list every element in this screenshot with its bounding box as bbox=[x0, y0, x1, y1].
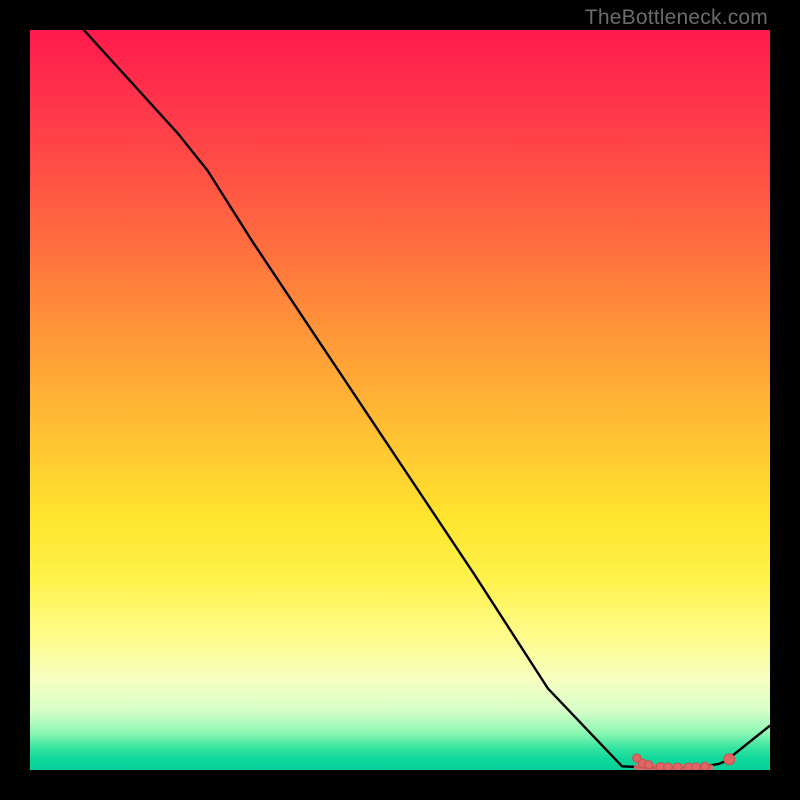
data-point bbox=[724, 754, 735, 765]
line-series bbox=[30, 30, 770, 768]
bottleneck-curve bbox=[30, 30, 770, 768]
gradient-plot-area bbox=[30, 30, 770, 770]
chart-svg bbox=[30, 30, 770, 770]
data-point bbox=[692, 763, 700, 770]
watermark-text: TheBottleneck.com bbox=[585, 6, 768, 30]
data-point bbox=[644, 761, 652, 769]
data-point bbox=[701, 762, 709, 770]
data-point bbox=[673, 763, 681, 770]
data-point bbox=[664, 763, 672, 770]
chart-frame: TheBottleneck.com bbox=[0, 0, 800, 800]
